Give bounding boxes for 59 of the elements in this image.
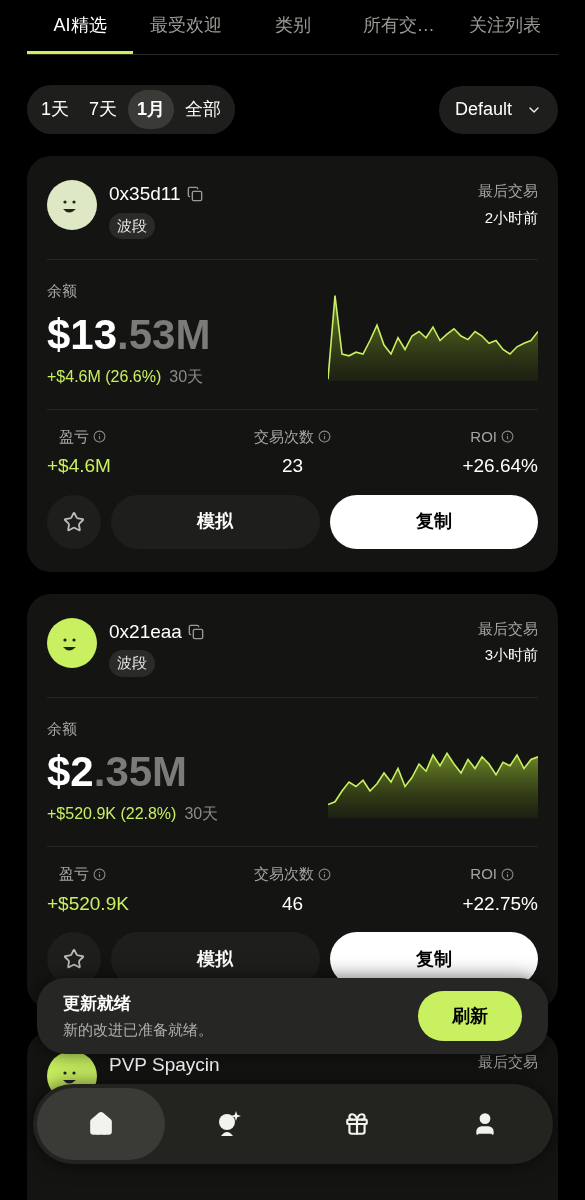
strategy-tag: 波段 — [109, 212, 155, 239]
crystal-ball-icon — [216, 1110, 242, 1138]
balance-change: +$520.9K (22.8%) — [47, 804, 177, 824]
info-icon[interactable] — [93, 430, 106, 444]
category-tab[interactable]: 所有交… — [345, 0, 452, 54]
category-tab[interactable]: AI精选 — [27, 0, 134, 54]
period-option[interactable]: 1天 — [32, 90, 78, 129]
last-trade-time: 2小时前 — [484, 207, 538, 228]
wallet-address: 0x21eaa — [109, 619, 182, 644]
balance-amount: $2.35M — [47, 747, 189, 797]
star-icon — [63, 510, 85, 533]
balance-label: 余额 — [47, 718, 78, 739]
stat-value: +26.64% — [462, 454, 538, 478]
home-icon — [88, 1111, 114, 1137]
balance-change: +$4.6M (26.6%) — [47, 366, 162, 387]
simulate-button[interactable]: 模拟 — [111, 494, 320, 549]
last-trade-time: 3小时前 — [484, 645, 538, 665]
copy-icon[interactable] — [187, 623, 204, 640]
stat-label: 交易次数 — [254, 426, 314, 447]
balance-label: 余额 — [47, 281, 78, 301]
stat-label: ROI — [470, 426, 497, 447]
gift-icon — [344, 1111, 370, 1137]
refresh-button[interactable]: 刷新 — [418, 991, 522, 1041]
strategy-tag: 波段 — [109, 650, 155, 677]
toast-title: 更新就绪 — [63, 993, 132, 1015]
info-icon[interactable] — [318, 430, 331, 444]
category-tab[interactable]: 最受欢迎 — [133, 0, 240, 54]
info-icon[interactable] — [318, 867, 331, 881]
period-option[interactable]: 1月 — [128, 90, 175, 129]
period-option[interactable]: 全部 — [176, 90, 231, 129]
last-trade-label: 最后交易 — [478, 1052, 538, 1072]
nav-tab[interactable] — [37, 1088, 165, 1160]
change-period: 30天 — [184, 804, 219, 824]
trader-name: PVP Spaycin — [109, 1053, 220, 1077]
stat-label: 盈亏 — [59, 426, 89, 447]
category-tab[interactable]: 类别 — [239, 0, 346, 54]
stat-value: 23 — [281, 454, 304, 478]
info-icon[interactable] — [501, 867, 514, 881]
category-tab[interactable]: 关注列表 — [451, 0, 558, 54]
stat-value: 46 — [281, 891, 304, 916]
stat-label: 盈亏 — [59, 864, 89, 884]
copy-trade-button[interactable]: 复制 — [329, 494, 538, 549]
toast-message: 新的改进已准备就绪。 — [63, 1019, 213, 1040]
info-icon[interactable] — [501, 430, 514, 444]
sort-dropdown[interactable]: Default — [438, 85, 558, 134]
copy-icon[interactable] — [186, 186, 203, 203]
last-trade-label: 最后交易 — [478, 181, 538, 201]
stat-value: +$4.6M — [47, 454, 111, 478]
balance-amount: $13.53M — [47, 309, 211, 360]
star-icon — [63, 948, 85, 970]
change-period: 30天 — [169, 366, 204, 387]
stat-value: +$520.9K — [47, 891, 129, 916]
stat-label: ROI — [470, 864, 497, 884]
stat-label: 交易次数 — [254, 864, 314, 884]
info-icon[interactable] — [93, 867, 106, 881]
period-option[interactable]: 7天 — [80, 90, 127, 129]
wallet-address: 0x35d11 — [109, 182, 181, 206]
stat-value: +22.75% — [462, 891, 538, 916]
last-trade-label: 最后交易 — [478, 618, 538, 639]
